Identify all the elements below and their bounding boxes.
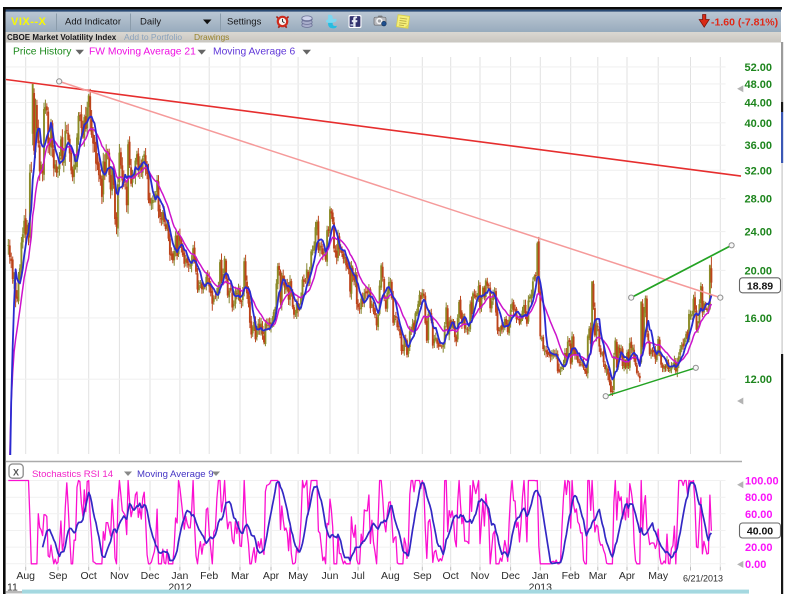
svg-text:20.00: 20.00 <box>745 542 773 554</box>
svg-text:20.00: 20.00 <box>745 265 773 277</box>
svg-text:40.00: 40.00 <box>745 118 773 130</box>
svg-text:Mar: Mar <box>231 570 250 582</box>
svg-text:52.00: 52.00 <box>745 62 773 74</box>
svg-text:Oct: Oct <box>81 570 97 582</box>
svg-text:Dec: Dec <box>141 570 160 582</box>
svg-text:100.00: 100.00 <box>745 476 779 488</box>
svg-text:CBOE Market Volatility Index: CBOE Market Volatility Index <box>7 33 117 42</box>
svg-text:40.00: 40.00 <box>747 526 773 538</box>
svg-text:May: May <box>648 570 669 582</box>
svg-text:Apr: Apr <box>263 570 280 582</box>
svg-text:Jun: Jun <box>322 570 339 582</box>
svg-text:12.00: 12.00 <box>745 374 773 386</box>
svg-text:Moving Average 9: Moving Average 9 <box>137 469 214 480</box>
svg-text:Mar: Mar <box>589 570 608 582</box>
svg-text:VIX--X: VIX--X <box>11 16 47 28</box>
svg-text:Feb: Feb <box>200 570 218 582</box>
svg-text:6/21/2013: 6/21/2013 <box>683 574 723 584</box>
svg-text:Price History: Price History <box>13 47 72 58</box>
svg-text:44.00: 44.00 <box>745 98 773 110</box>
svg-text:Settings: Settings <box>227 16 262 27</box>
svg-text:Sep: Sep <box>413 570 432 582</box>
svg-text:32.00: 32.00 <box>745 165 773 177</box>
svg-text:Apr: Apr <box>619 570 636 582</box>
svg-text:24.00: 24.00 <box>745 227 773 239</box>
svg-text:Nov: Nov <box>471 570 490 582</box>
svg-text:16.00: 16.00 <box>745 313 773 325</box>
svg-text:Oct: Oct <box>443 570 459 582</box>
svg-text:Add to Portfolio: Add to Portfolio <box>124 32 182 42</box>
svg-text:80.00: 80.00 <box>745 492 773 504</box>
svg-text:Dec: Dec <box>501 570 520 582</box>
svg-text:Stochastics RSI 14: Stochastics RSI 14 <box>32 469 114 480</box>
svg-text:Add Indicator: Add Indicator <box>65 16 121 27</box>
svg-text:May: May <box>288 570 309 582</box>
svg-text:Jan: Jan <box>532 570 549 582</box>
svg-text:60.00: 60.00 <box>745 509 773 521</box>
svg-text:48.00: 48.00 <box>745 79 773 91</box>
svg-text:Moving Average 6: Moving Average 6 <box>213 47 296 58</box>
svg-text:Aug: Aug <box>16 570 35 582</box>
svg-text:Jan: Jan <box>171 570 188 582</box>
svg-text:Jul: Jul <box>351 570 364 582</box>
svg-text:Drawings: Drawings <box>194 32 229 42</box>
svg-text:0.00: 0.00 <box>745 559 766 571</box>
svg-text:FW Moving Average 21: FW Moving Average 21 <box>89 47 196 58</box>
svg-text:Feb: Feb <box>562 570 580 582</box>
svg-text:28.00: 28.00 <box>745 194 773 206</box>
svg-text:X: X <box>13 467 19 477</box>
svg-text:Sep: Sep <box>49 570 68 582</box>
svg-text:Daily: Daily <box>140 16 161 27</box>
svg-text:-1.60 (-7.81%): -1.60 (-7.81%) <box>711 16 778 28</box>
svg-text:18.89: 18.89 <box>747 281 773 293</box>
svg-text:Aug: Aug <box>381 570 400 582</box>
svg-text:36.00: 36.00 <box>745 140 773 152</box>
svg-text:Nov: Nov <box>110 570 129 582</box>
